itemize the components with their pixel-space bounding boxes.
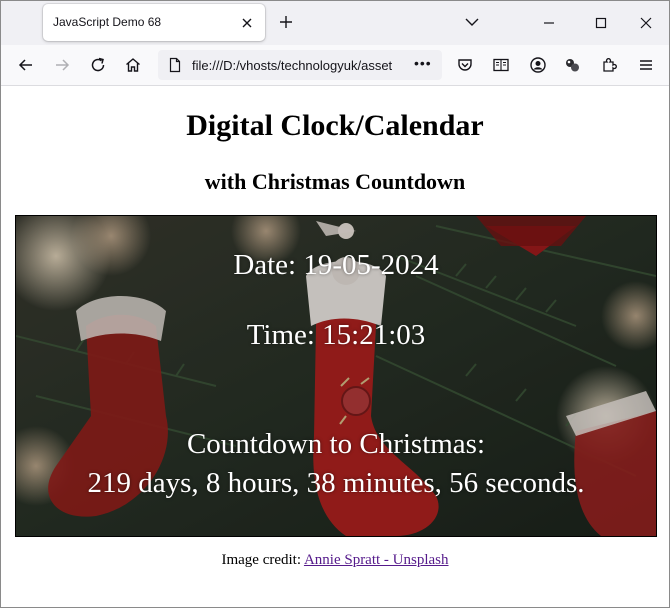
reader-view-icon[interactable]	[492, 56, 510, 74]
page-actions-button[interactable]: •••	[414, 55, 432, 71]
chevron-down-icon[interactable]	[464, 15, 480, 29]
browser-window: JavaScript Demo 68 file:///D:/vhosts/tec…	[0, 0, 670, 608]
reload-icon[interactable]	[89, 56, 107, 74]
image-credit: Image credit: Annie Spratt - Unsplash	[1, 552, 669, 569]
forward-arrow-icon[interactable]	[53, 56, 71, 74]
page-content: Digital Clock/Calendar with Christmas Co…	[1, 87, 669, 607]
window-close-icon[interactable]	[638, 15, 654, 31]
date-display: Date: 19-05-2024	[233, 249, 439, 281]
countdown-label: Countdown to Christmas:	[186, 428, 486, 460]
page-title: Digital Clock/Calendar	[186, 109, 484, 142]
minimize-icon[interactable]	[541, 15, 557, 31]
image-credit-label: Image credit:	[221, 552, 304, 568]
nav-toolbar: file:///D:/vhosts/technologyuk/asset •••	[1, 45, 669, 86]
url-bar[interactable]: file:///D:/vhosts/technologyuk/asset •••	[158, 50, 442, 80]
plus-icon[interactable]	[278, 14, 294, 30]
tab-javascript-demo[interactable]: JavaScript Demo 68	[43, 4, 265, 41]
home-icon[interactable]	[124, 56, 142, 74]
page-subtitle: with Christmas Countdown	[204, 169, 466, 194]
puzzle-icon[interactable]	[600, 56, 618, 74]
tab-strip: JavaScript Demo 68	[1, 1, 669, 45]
back-arrow-icon[interactable]	[17, 56, 35, 74]
hamburger-menu-icon[interactable]	[637, 56, 655, 74]
pocket-icon[interactable]	[456, 56, 474, 74]
maximize-icon[interactable]	[593, 15, 609, 31]
tab-title: JavaScript Demo 68	[53, 15, 162, 29]
time-display: Time: 15:21:03	[246, 319, 426, 351]
url-text[interactable]: file:///D:/vhosts/technologyuk/asset	[192, 58, 406, 73]
extension-icon[interactable]	[563, 56, 581, 74]
clock-display: Date: 19-05-2024 Time: 15:21:03 Countdow…	[15, 215, 657, 537]
account-icon[interactable]	[529, 56, 547, 74]
countdown-value: 219 days, 8 hours, 38 minutes, 56 second…	[87, 467, 585, 499]
page-icon	[169, 57, 181, 73]
image-credit-link[interactable]: Annie Spratt - Unsplash	[304, 552, 449, 568]
close-icon[interactable]	[240, 16, 254, 30]
